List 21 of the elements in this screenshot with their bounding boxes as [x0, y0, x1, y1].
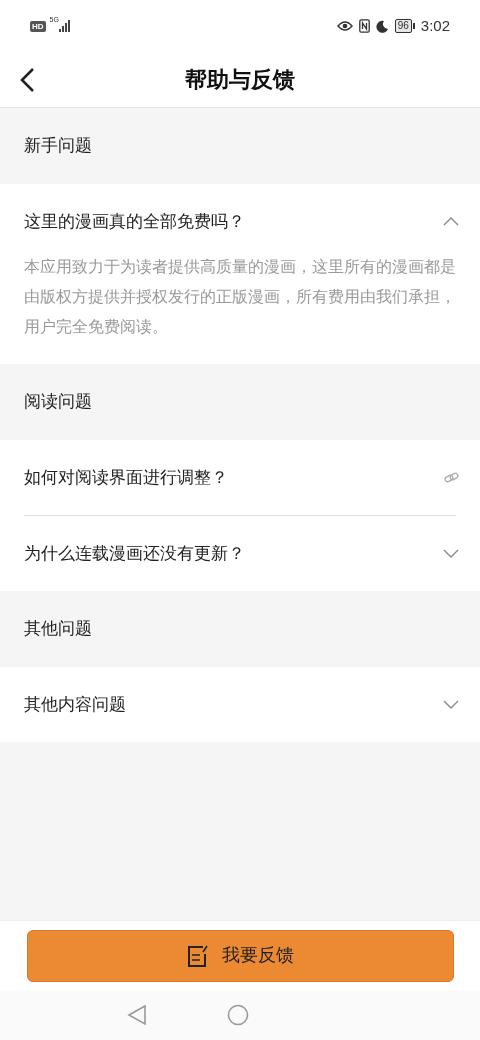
- question-row[interactable]: 如何对阅读界面进行调整？: [24, 440, 456, 515]
- moon-icon: [375, 19, 389, 33]
- question-row[interactable]: 这里的漫画真的全部免费吗？: [24, 184, 456, 259]
- feedback-button[interactable]: 我要反馈: [26, 929, 454, 982]
- question-row[interactable]: 为什么连载漫画还没有更新？: [24, 516, 456, 591]
- battery-icon: 96: [394, 19, 415, 33]
- signal-icon: [58, 20, 71, 32]
- answer-text: 本应用致力于为读者提供高质量的漫画，这里所有的漫画都是由版权方提供并授权发行的正版漫画，所有费用由我们承担，用户完全免费阅读。: [24, 257, 456, 337]
- nav-home-icon[interactable]: [227, 1004, 249, 1026]
- section-title: 阅读问题: [24, 391, 92, 414]
- section-title: 其他问题: [24, 618, 92, 641]
- back-icon[interactable]: [18, 66, 36, 93]
- edit-note-icon: [186, 943, 210, 968]
- section-title: 新手问题: [24, 135, 92, 158]
- eye-icon: [336, 20, 353, 32]
- link-icon: [444, 471, 460, 484]
- nav-back-icon[interactable]: [127, 1004, 147, 1026]
- nfc-icon: [358, 19, 370, 33]
- page-title: 帮助与反馈: [185, 66, 295, 94]
- clock-time: 3:02: [420, 15, 450, 36]
- hd-badge: HD: [30, 20, 46, 32]
